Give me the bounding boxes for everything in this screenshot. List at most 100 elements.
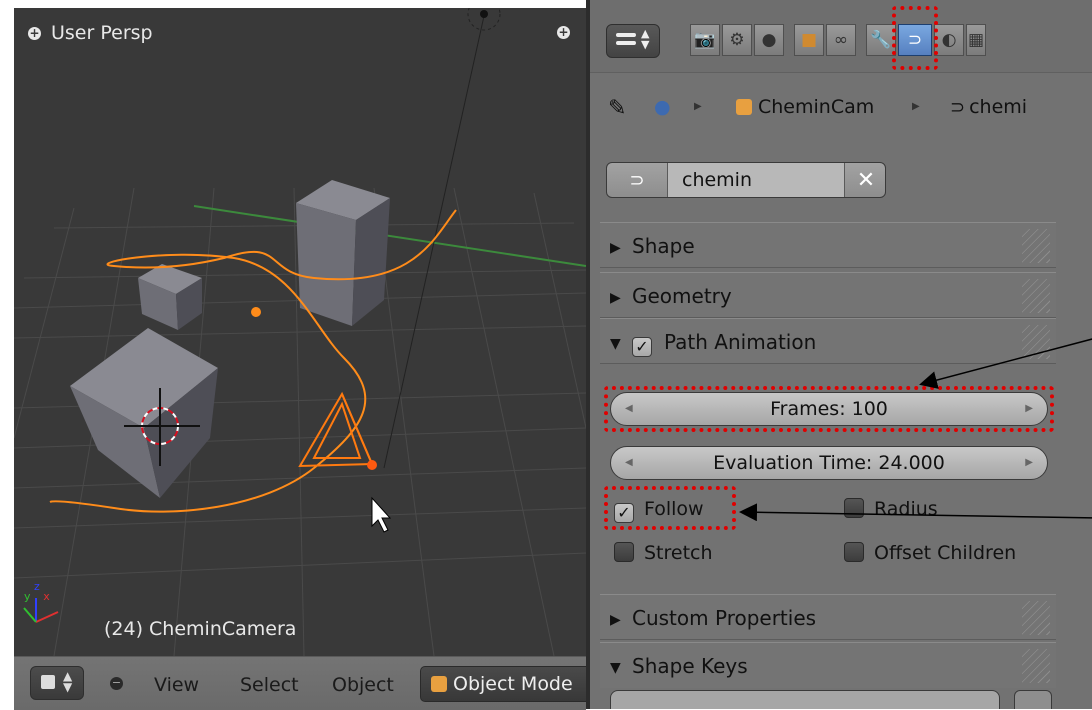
radius-label: Radius: [874, 498, 938, 520]
camera-icon: 📷: [694, 30, 716, 50]
panel-path-animation-header[interactable]: ▼ ✓ Path Animation: [600, 318, 1056, 364]
object-mode-label: Object Mode: [453, 673, 573, 695]
editor-type-button[interactable]: ▲ ▼: [30, 666, 84, 700]
curve-data-icon: ⊃: [950, 97, 966, 118]
collapse-menu-icon[interactable]: −: [110, 677, 123, 690]
datablock-name-field[interactable]: chemin: [667, 163, 845, 197]
menu-view[interactable]: View: [154, 674, 199, 696]
tall-cube: [296, 180, 390, 326]
updown-icon: ▲ ▼: [641, 27, 650, 51]
expand-icon[interactable]: +: [28, 27, 41, 40]
mouse-pointer: [371, 496, 392, 533]
expand-triangle-icon: ▶: [610, 612, 621, 628]
decrement-arrow-icon[interactable]: ◀: [625, 447, 633, 479]
object-icon: [736, 99, 752, 115]
expand-triangle-icon: ▶: [610, 240, 621, 256]
unlink-icon[interactable]: ✕: [847, 163, 885, 197]
chevron-right-icon: ▶: [694, 101, 702, 112]
axis-gizmo-labels: y z x: [24, 580, 50, 603]
increment-arrow-icon[interactable]: ▶: [1025, 447, 1033, 479]
chevron-right-icon: ▶: [912, 101, 920, 112]
panel-geometry-label: Geometry: [632, 284, 732, 308]
y-axis-line: [193, 205, 586, 267]
axis-y-label: y: [24, 590, 31, 603]
pin-icon[interactable]: ✎: [608, 96, 626, 121]
constraint-icon: ∞: [833, 30, 849, 50]
breadcrumb-data: ⊃ chemi: [950, 96, 1027, 118]
viewport-title: + User Persp: [28, 22, 153, 44]
viewport-plus-icon[interactable]: +: [557, 26, 570, 39]
shape-keys-add-button[interactable]: [1014, 690, 1052, 709]
panel-custom-properties-label: Custom Properties: [632, 606, 817, 630]
highlight-follow: [604, 486, 736, 530]
panel-shape-keys-label: Shape Keys: [632, 654, 748, 678]
collapse-triangle-icon: ▼: [610, 336, 621, 352]
drag-grip-icon[interactable]: [1022, 229, 1050, 263]
tab-constraints[interactable]: ∞: [826, 24, 856, 56]
breadcrumb-object-label: CheminCam: [758, 96, 875, 118]
curve-data-icon[interactable]: ⊃: [607, 163, 667, 197]
object-icon: ■: [800, 30, 818, 50]
camera-object: [298, 391, 374, 468]
breadcrumb-data-label: chemi: [969, 96, 1028, 118]
properties-editor: ▲ ▼ 📷 ⚙ ● ■ ∞ 🔧 ⊃ ◐ ▦ ✎ ● ▶ CheminCam ▶ ⊃…: [586, 0, 1092, 709]
panel-geometry-header[interactable]: ▶ Geometry: [600, 272, 1056, 318]
radius-checkbox[interactable]: [844, 498, 864, 518]
offset-children-label: Offset Children: [874, 542, 1017, 564]
panel-path-animation-label: Path Animation: [664, 330, 817, 354]
drag-grip-icon[interactable]: [1022, 279, 1050, 313]
tab-material[interactable]: ◐: [934, 24, 964, 56]
viewport-header: ▲ ▼ − View Select Object Object Mode: [14, 656, 592, 710]
stretch-label: Stretch: [644, 542, 713, 564]
panel-custom-properties-header[interactable]: ▶ Custom Properties: [600, 594, 1056, 640]
viewport-scene: [14, 8, 586, 656]
properties-tabbar: ▲ ▼ 📷 ⚙ ● ■ ∞ 🔧 ⊃ ◐ ▦: [590, 0, 1092, 73]
object-mode-dropdown[interactable]: Object Mode: [420, 666, 592, 702]
lamp-line: [383, 15, 485, 469]
material-icon: ◐: [941, 30, 957, 50]
tab-world[interactable]: ●: [754, 24, 784, 56]
path-animation-checkbox[interactable]: ✓: [632, 337, 652, 357]
viewport-status: (24) CheminCamera: [104, 618, 297, 640]
tab-object[interactable]: ■: [794, 24, 824, 56]
editor-type-button[interactable]: ▲ ▼: [606, 24, 660, 58]
tab-scene[interactable]: ⚙: [722, 24, 752, 56]
3d-viewport[interactable]: + User Persp + (24) CheminCamera y z x: [14, 8, 586, 656]
drag-grip-icon[interactable]: [1022, 325, 1050, 359]
scene-icon: ●: [654, 96, 671, 118]
collapse-triangle-icon: ▼: [610, 660, 621, 676]
viewport-title-text: User Persp: [51, 22, 153, 44]
evaluation-time-label: Evaluation Time: 24.000: [713, 452, 945, 474]
evaluation-time-slider[interactable]: ◀ Evaluation Time: 24.000 ▶: [610, 446, 1048, 480]
offset-children-checkbox[interactable]: [844, 542, 864, 562]
option-stretch[interactable]: Stretch: [614, 542, 713, 564]
drag-grip-icon[interactable]: [1022, 649, 1050, 683]
shape-keys-list[interactable]: [610, 690, 1000, 709]
small-cube: [138, 264, 202, 330]
curve-origin: [251, 307, 261, 317]
scene-icon: ⚙: [729, 30, 745, 50]
panel-shape-header[interactable]: ▶ Shape: [600, 222, 1056, 268]
texture-icon: ▦: [967, 30, 985, 50]
panel-shape-keys-header[interactable]: ▼ Shape Keys: [600, 642, 1056, 688]
breadcrumb-object: CheminCam: [736, 96, 874, 118]
axis-x-label: x: [43, 590, 50, 603]
cube-icon: [41, 675, 55, 689]
expand-triangle-icon: ▶: [610, 290, 621, 306]
option-radius[interactable]: Radius: [844, 498, 938, 520]
updown-icon: ▲ ▼: [63, 669, 73, 694]
tab-texture[interactable]: ▦: [966, 24, 986, 56]
axis-z-label: z: [34, 580, 40, 593]
menu-select[interactable]: Select: [240, 674, 299, 696]
highlight-frames: [604, 386, 1054, 432]
stretch-checkbox[interactable]: [614, 542, 634, 562]
drag-grip-icon[interactable]: [1022, 601, 1050, 635]
panel-shape-label: Shape: [632, 234, 695, 258]
tab-render[interactable]: 📷: [690, 24, 720, 56]
datablock-selector: ⊃ chemin ✕: [606, 162, 886, 198]
large-cube: [70, 328, 218, 498]
highlight-curve-tab: [892, 6, 938, 70]
world-icon: ●: [761, 30, 777, 50]
menu-object[interactable]: Object: [332, 674, 394, 696]
option-offset-children[interactable]: Offset Children: [844, 542, 1016, 564]
